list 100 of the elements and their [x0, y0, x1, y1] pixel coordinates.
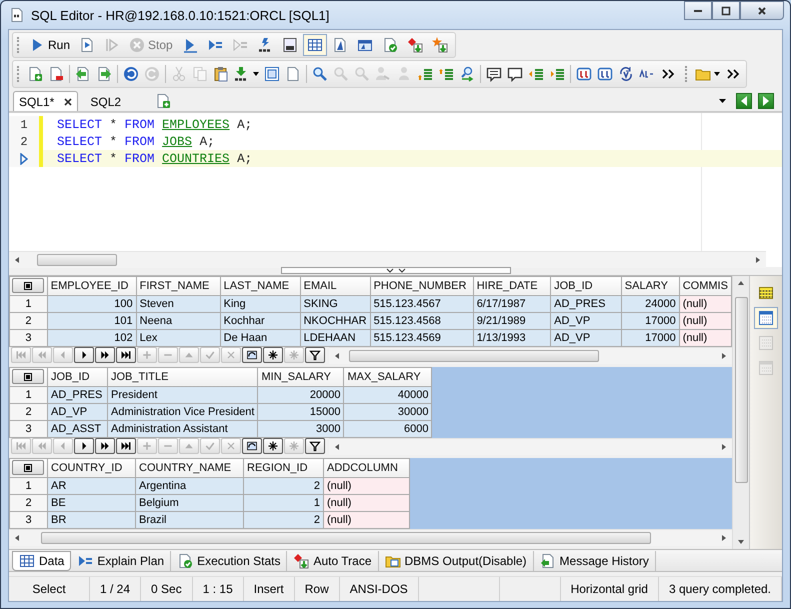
table-cell: 2 — [244, 511, 324, 528]
horizontal-scrollbar[interactable] — [9, 528, 732, 546]
column-header[interactable]: EMPLOYEE_ID — [47, 276, 136, 296]
close-icon[interactable] — [64, 98, 72, 106]
result-grid[interactable] — [9, 276, 732, 347]
result-tab[interactable]: Explain Plan — [71, 550, 172, 570]
diamond-arrow-icon — [293, 552, 310, 568]
right-arrow-icon[interactable] — [720, 534, 728, 542]
fast-forward-icon — [99, 348, 111, 361]
toolbar-button[interactable] — [302, 34, 327, 56]
search-icon — [312, 66, 328, 82]
window-icon — [356, 37, 373, 53]
row-header[interactable]: 2 — [10, 403, 48, 420]
table-cell: Steven — [136, 295, 220, 312]
down-arrow-icon[interactable] — [737, 538, 745, 546]
scrollbar-thumb[interactable] — [37, 254, 117, 266]
navigator-button[interactable] — [95, 346, 115, 363]
result-tab[interactable]: Execution Stats — [171, 550, 288, 570]
code-editor[interactable]: 1 SELECT * FROM EMPLOYEES A; 2 SELECT * FROM JOBS A; SELECT * FROM COUNTRIES A; — [9, 112, 782, 267]
toolbar-button[interactable]: Run — [25, 34, 74, 56]
table-cell: (null) — [679, 329, 732, 346]
column-header[interactable]: LAST_NAME — [220, 276, 300, 296]
column-header[interactable]: COUNTRY_NAME — [136, 458, 244, 478]
left-arrow-icon[interactable] — [333, 352, 341, 360]
table-cell: De Haan — [220, 329, 300, 346]
result-tab[interactable]: Auto Trace — [287, 550, 378, 570]
select-all-button[interactable] — [12, 369, 44, 384]
frame-icon — [264, 66, 280, 82]
table-cell: 101 — [47, 312, 136, 330]
navigator-button[interactable] — [74, 438, 94, 454]
column-header[interactable]: REGION_ID — [244, 458, 324, 478]
navigator-button[interactable] — [305, 346, 325, 363]
table-cell: AD_VP — [550, 312, 622, 330]
column-header[interactable]: SALARY — [621, 276, 680, 296]
previous-button[interactable] — [736, 92, 752, 108]
select-all-button[interactable] — [12, 460, 44, 476]
close-button[interactable] — [740, 1, 784, 20]
column-header[interactable]: MIN_SALARY — [258, 367, 344, 386]
editor-tab[interactable]: SQL2 — [84, 91, 128, 111]
navigator-button[interactable] — [116, 438, 136, 454]
scrollbar-thumb[interactable] — [41, 532, 651, 544]
caret-icon[interactable] — [719, 99, 726, 103]
minimize-button[interactable] — [684, 1, 712, 20]
result-tab[interactable]: Data — [12, 550, 72, 570]
row-header[interactable]: 3 — [10, 511, 48, 528]
table-cell: Belgium — [136, 494, 244, 512]
right-arrow-icon[interactable] — [720, 352, 728, 360]
maximize-button[interactable] — [712, 1, 740, 20]
column-header[interactable]: JOB_ID — [48, 367, 108, 386]
row-header[interactable]: 2 — [10, 312, 48, 330]
next-button[interactable] — [758, 92, 774, 108]
column-header[interactable]: JOB_TITLE — [108, 367, 258, 386]
result-tab[interactable]: Message History — [534, 550, 656, 570]
navigator-button[interactable] — [263, 438, 283, 454]
splitter-handle[interactable] — [280, 267, 510, 274]
left-arrow-icon[interactable] — [13, 256, 21, 264]
window-document-icon — [282, 37, 298, 53]
row-header[interactable]: 3 — [10, 329, 48, 346]
column-header[interactable]: JOB_ID — [550, 276, 622, 296]
table-cell: King — [220, 295, 300, 312]
scrollbar-thumb[interactable] — [734, 296, 748, 483]
box-icon — [576, 66, 592, 82]
result-tab[interactable]: DBMS Output(Disable) — [378, 550, 534, 570]
editor-tab[interactable]: SQL1* — [13, 91, 78, 111]
navigator-button[interactable] — [263, 346, 283, 363]
column-header[interactable]: PHONE_NUMBER — [370, 276, 474, 296]
row-header[interactable]: 2 — [10, 494, 48, 512]
up-arrow-icon[interactable] — [737, 278, 745, 287]
navigator-button[interactable] — [242, 346, 262, 363]
plus-icon — [141, 440, 153, 452]
rewind-icon — [36, 440, 48, 452]
column-header[interactable]: MAX_SALARY — [344, 367, 432, 386]
column-header[interactable]: ADDCOLUMN — [324, 458, 410, 478]
table-cell: 515.123.4568 — [370, 312, 474, 330]
right-arrow-icon[interactable] — [754, 256, 762, 264]
column-header[interactable]: COMMIS — [679, 276, 732, 296]
left-arrow-icon[interactable] — [13, 534, 21, 542]
table-cell: 15000 — [258, 403, 344, 420]
select-all-button[interactable] — [12, 278, 44, 294]
grid-icon — [306, 37, 323, 53]
navigator-button[interactable] — [95, 438, 115, 454]
column-header[interactable]: HIRE_DATE — [473, 276, 551, 296]
row-header[interactable]: 1 — [10, 477, 48, 494]
column-header[interactable]: FIRST_NAME — [136, 276, 220, 296]
navigator-button[interactable] — [305, 438, 325, 454]
row-header[interactable]: 3 — [10, 420, 48, 438]
vertical-scrollbar[interactable] — [732, 276, 749, 549]
scrollbar-thumb[interactable] — [349, 350, 599, 362]
horizontal-scrollbar[interactable] — [329, 346, 732, 364]
navigator-button[interactable] — [242, 438, 262, 454]
navigator-button[interactable] — [74, 346, 94, 363]
left-arrow-icon[interactable] — [333, 442, 341, 451]
column-header[interactable]: COUNTRY_ID — [48, 458, 136, 478]
row-header[interactable]: 1 — [10, 386, 48, 404]
view-button[interactable] — [754, 306, 778, 329]
navigator-button[interactable] — [116, 346, 136, 363]
right-arrow-icon[interactable] — [720, 442, 728, 451]
row-header[interactable]: 1 — [10, 295, 48, 312]
column-header[interactable]: EMAIL — [300, 276, 370, 296]
horizontal-scrollbar[interactable] — [9, 250, 766, 268]
